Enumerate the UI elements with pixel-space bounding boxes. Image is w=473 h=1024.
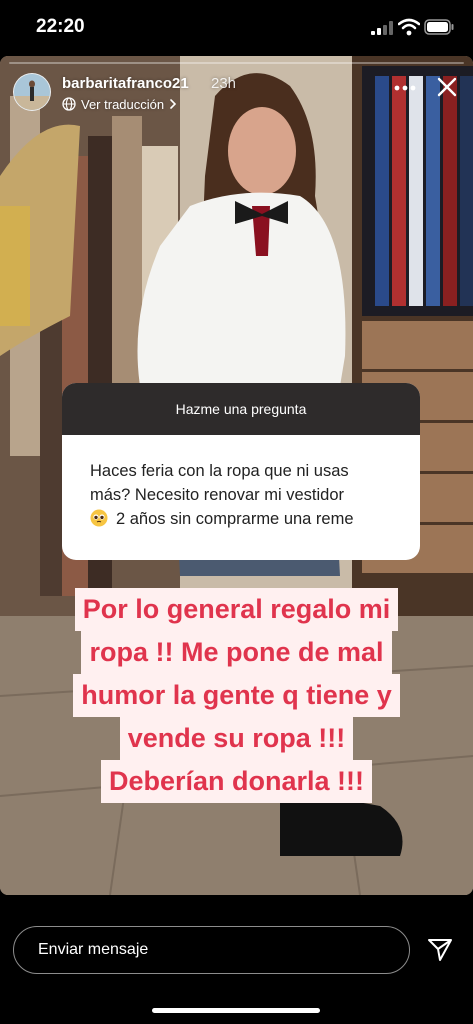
instagram-story-screen: 22:20 barbaritafranco21 23h Ver traducci… (0, 0, 473, 1024)
question-line-text: 2 años sin comprarme una reme (116, 510, 354, 528)
question-line: más? Necesito renovar mi vestidor (90, 486, 345, 504)
close-icon[interactable] (437, 77, 457, 97)
more-icon[interactable] (394, 84, 416, 92)
question-line: Haces feria con la ropa que ni usas (90, 462, 349, 480)
question-sticker-title: Hazme una pregunta (62, 383, 420, 435)
signal-icon (371, 21, 393, 35)
battery-icon (424, 19, 454, 35)
story-time-ago: 23h (211, 75, 237, 92)
question-sticker: Hazme una pregunta Haces feria con la ro… (62, 383, 420, 560)
response-line: Deberían donarla !!! (100, 760, 373, 803)
avatar-photo (14, 74, 50, 110)
story-content[interactable]: barbaritafranco21 23h Ver traducción Haz… (0, 56, 473, 895)
story-response-text: Por lo general regalo mi ropa !! Me pone… (0, 588, 473, 803)
globe-icon (62, 97, 76, 111)
question-line: 2 años sin comprarme una reme (90, 507, 406, 531)
question-text: Haces feria con la ropa que ni usas más?… (62, 435, 420, 531)
pleading-face-icon (90, 509, 108, 527)
translate-link[interactable]: Ver traducción (62, 95, 177, 113)
response-line: humor la gente q tiene y (73, 674, 400, 717)
response-line: Por lo general regalo mi (74, 588, 399, 631)
avatar[interactable] (13, 73, 51, 111)
translate-label: Ver traducción (81, 96, 165, 112)
home-indicator (152, 1008, 320, 1013)
send-icon[interactable] (427, 938, 453, 962)
message-placeholder: Enviar mensaje (38, 941, 149, 958)
message-input[interactable]: Enviar mensaje (13, 926, 410, 974)
status-time: 22:20 (36, 16, 85, 37)
chevron-right-icon (170, 99, 177, 109)
story-progress-bar (9, 62, 464, 64)
response-line: vende su ropa !!! (119, 717, 354, 760)
story-username[interactable]: barbaritafranco21 (62, 75, 189, 92)
response-line: ropa !! Me pone de mal (81, 631, 392, 674)
status-bar: 22:20 (0, 0, 473, 56)
wifi-icon (398, 18, 420, 36)
